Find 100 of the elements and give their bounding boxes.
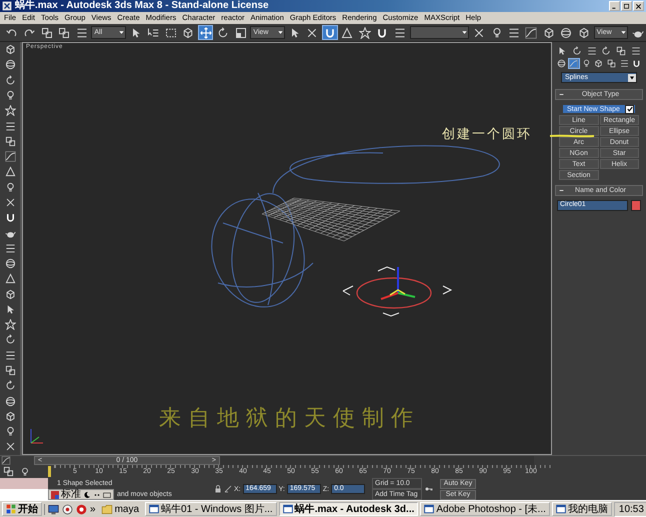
minus-icon [559,92,564,97]
sphere-icon [556,59,566,68]
rotate-icon [572,46,582,56]
caret-icon [620,29,628,36]
annotation-text: 创建一个圆环 [442,125,532,143]
toolbar-button[interactable] [357,25,373,40]
rotate-icon [217,26,230,38]
cross-icon [306,26,318,38]
script-listener-field[interactable] [0,478,48,489]
windows-logo-icon [6,504,16,514]
desktop-icon[interactable] [48,504,59,514]
media-player-icon[interactable] [62,504,73,514]
light-icon [4,182,16,193]
box-icon [4,288,16,300]
sphere-icon [4,258,16,270]
star-icon [4,105,16,116]
light-icon [582,59,591,68]
box-icon [182,26,194,38]
panel-tab[interactable] [614,45,627,56]
rotate-icon [4,380,16,392]
panel-tab[interactable] [600,45,612,56]
curve-icon [0,456,12,465]
caret-icon [277,29,284,36]
ime-mode-label[interactable]: 标准 [61,489,81,500]
caret-icon [628,74,636,82]
bars-icon [630,46,641,56]
start-button[interactable]: 开始 [2,502,42,516]
magnet-icon [324,26,336,38]
redo-icon [23,26,36,38]
category-button[interactable] [555,58,568,69]
bars-icon [586,46,597,56]
color-swatch[interactable] [631,200,641,211]
squares-icon [4,365,16,376]
bars-icon [4,350,16,361]
panel-tab[interactable] [570,45,583,56]
more-arrows[interactable]: » [90,504,96,514]
taskbar-button[interactable]: 我的电脑 [552,502,612,516]
cross-icon [4,441,16,452]
maximize-icon [623,2,630,10]
box-icon [594,59,604,68]
light-icon [4,426,16,438]
triangle-icon [341,26,354,38]
toolbar-button[interactable] [198,25,214,40]
time-marker[interactable] [48,466,51,477]
toolbar-button[interactable] [524,25,540,40]
maximize-button[interactable] [621,1,632,11]
scale-icon [234,26,247,38]
moon-icon [83,490,91,498]
select-list-icon [147,26,160,38]
caret-icon [118,29,126,36]
rotate-icon [601,46,612,56]
transform-mode-icon [224,485,232,493]
bars-icon [4,242,16,254]
taskbar-button[interactable]: 蜗牛01 - Windows 图片... [145,502,277,516]
rotate-icon [4,334,16,346]
sphere-icon [560,26,572,38]
taskbar-button[interactable]: 蜗牛.max - Autodesk 3d... [278,502,418,516]
clock: 10:53 [614,502,646,516]
highlight-stroke [549,134,595,138]
light-icon [20,466,30,476]
bars-icon [508,26,520,38]
disc-icon[interactable] [76,504,87,514]
close-icon [635,2,642,10]
ime-logo-icon [51,490,59,498]
box-icon [4,410,16,422]
triangle-icon [4,273,16,284]
app-icon [2,1,12,11]
minus-icon [559,188,564,193]
cursor-icon [557,46,568,56]
cross-icon [473,26,486,38]
script-input-field[interactable] [0,489,48,500]
bars-icon [76,26,88,38]
caret-icon [461,29,468,36]
squares-icon [4,136,16,147]
box-icon [578,26,590,38]
category-button[interactable] [606,58,618,69]
triangle-icon [4,166,16,178]
curve-icon [4,151,16,162]
minimize-button[interactable] [609,1,620,11]
bars-icon [394,26,406,38]
curve-icon [569,59,578,68]
checkbox[interactable] [625,104,634,114]
star-icon [4,319,16,330]
squares-icon [40,26,53,38]
toolbar-button[interactable] [56,25,72,40]
close-button[interactable] [633,1,644,11]
category-button[interactable] [568,58,580,69]
panel-tab[interactable] [586,45,598,56]
cross-icon [4,196,16,208]
panel-tab[interactable] [630,45,642,56]
credit-text: 来自地狱的天使制作 [159,405,420,433]
taskbar-button[interactable]: Adobe Photoshop - [未... [420,502,550,516]
window-icon [282,504,293,514]
category-button[interactable] [618,58,630,69]
bars-icon [4,120,16,132]
sphere-icon [4,396,16,407]
sphere-icon [4,59,16,70]
check-icon [626,106,632,112]
folder-shortcut[interactable]: maya [100,504,144,514]
lock-icon [214,485,222,493]
